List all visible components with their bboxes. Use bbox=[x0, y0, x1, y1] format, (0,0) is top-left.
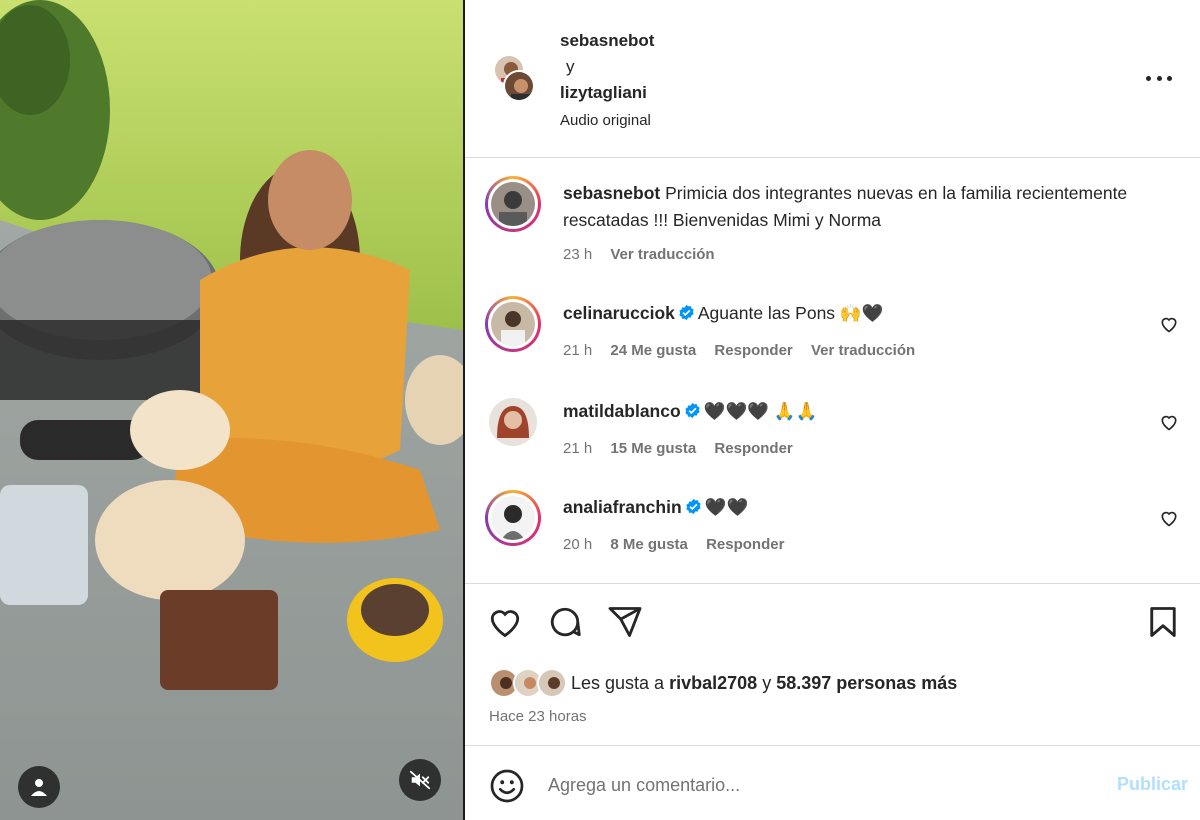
comment-likes[interactable]: 8 Me gusta bbox=[610, 536, 688, 553]
more-options-icon[interactable] bbox=[1146, 68, 1172, 88]
bookmark-icon[interactable] bbox=[1145, 604, 1181, 640]
heart-icon[interactable] bbox=[1159, 412, 1179, 432]
comment-text: analiafranchin 🖤🖤 bbox=[563, 494, 1133, 521]
heart-icon[interactable] bbox=[1159, 314, 1179, 334]
author-username[interactable]: lizytagliani bbox=[560, 80, 654, 106]
avatar[interactable] bbox=[485, 490, 541, 546]
likes-joiner: y bbox=[762, 672, 772, 693]
comment-username[interactable]: celinarucciok bbox=[563, 303, 675, 323]
caption-text: sebasnebot Primicia dos integrantes nuev… bbox=[563, 180, 1133, 234]
comment-time: 20 h bbox=[563, 536, 593, 553]
comment-likes[interactable]: 15 Me gusta bbox=[610, 440, 696, 457]
and-word: y bbox=[566, 57, 575, 76]
likes-summary: Les gusta a rivbal2708 y 58.397 personas… bbox=[489, 666, 957, 700]
comment-username[interactable]: matildablanco bbox=[563, 401, 681, 421]
comment-body: 🖤🖤 bbox=[704, 497, 749, 517]
post-media[interactable] bbox=[0, 0, 463, 820]
likes-others[interactable]: 58.397 personas más bbox=[776, 673, 957, 693]
verified-badge-icon bbox=[685, 402, 700, 419]
comment-item: celinarucciok Aguante las Pons 🙌🖤 21 h 24… bbox=[485, 296, 1185, 366]
liker-avatars[interactable] bbox=[489, 667, 571, 699]
comment-meta: 20 h 8 Me gusta Responder bbox=[563, 536, 798, 553]
post-actions: Les gusta a rivbal2708 y 58.397 personas… bbox=[465, 584, 1200, 746]
author-username[interactable]: sebasnebot bbox=[560, 28, 654, 54]
comment-meta: 21 h 24 Me gusta Responder Ver traducció… bbox=[563, 342, 929, 359]
avatar bbox=[503, 70, 535, 102]
post-header: sebasnebot y lizytagliani Audio original bbox=[465, 0, 1200, 158]
muted-speaker-icon[interactable] bbox=[399, 759, 441, 801]
avatar[interactable] bbox=[485, 296, 541, 352]
reply-button[interactable]: Responder bbox=[714, 440, 792, 457]
author-avatars[interactable] bbox=[493, 54, 541, 106]
reply-button[interactable]: Responder bbox=[706, 536, 784, 553]
likes-text: Les gusta a rivbal2708 y 58.397 personas… bbox=[571, 673, 957, 694]
share-icon[interactable] bbox=[607, 604, 643, 640]
comment-text: celinarucciok Aguante las Pons 🙌🖤 bbox=[563, 300, 1133, 327]
post-authors: sebasnebot y lizytagliani Audio original bbox=[560, 28, 654, 134]
comment-username[interactable]: sebasnebot bbox=[563, 183, 660, 203]
comment-body: 🖤🖤🖤 🙏🙏 bbox=[703, 401, 818, 421]
caption-meta: 23 h Ver traducción bbox=[563, 246, 729, 263]
caption: sebasnebot Primicia dos integrantes nuev… bbox=[485, 176, 1185, 276]
audio-label[interactable]: Audio original bbox=[560, 108, 654, 134]
comment-body: Aguante las Pons 🙌🖤 bbox=[697, 303, 884, 323]
comment-input[interactable] bbox=[548, 770, 1068, 800]
publish-button[interactable]: Publicar bbox=[1117, 774, 1188, 795]
comment-username[interactable]: analiafranchin bbox=[563, 497, 682, 517]
verified-badge-icon bbox=[686, 498, 701, 515]
comment-text: matildablanco 🖤🖤🖤 🙏🙏 bbox=[563, 398, 1133, 425]
comment-item: analiafranchin 🖤🖤 20 h 8 Me gusta Respond… bbox=[485, 490, 1185, 560]
avatar[interactable] bbox=[485, 176, 541, 232]
comment-meta: 21 h 15 Me gusta Responder bbox=[563, 440, 807, 457]
comment-time: 21 h bbox=[563, 440, 593, 457]
comment-time: 23 h bbox=[563, 246, 593, 263]
comment-item: matildablanco 🖤🖤🖤 🙏🙏 21 h 15 Me gusta Res… bbox=[485, 394, 1185, 464]
verified-badge-icon bbox=[679, 304, 694, 321]
comment-likes[interactable]: 24 Me gusta bbox=[610, 342, 696, 359]
emoji-icon[interactable] bbox=[489, 768, 525, 804]
translate-link[interactable]: Ver traducción bbox=[610, 246, 714, 263]
likes-prefix: Les gusta a bbox=[571, 672, 665, 693]
heart-icon[interactable] bbox=[1159, 508, 1179, 528]
video-frame bbox=[0, 0, 463, 820]
post-panel: sebasnebot y lizytagliani Audio original… bbox=[465, 0, 1200, 820]
heart-icon[interactable] bbox=[487, 604, 523, 640]
post-time[interactable]: Hace 23 horas bbox=[489, 708, 587, 725]
avatar bbox=[537, 668, 567, 698]
comment-icon[interactable] bbox=[547, 604, 583, 640]
add-comment-bar: Publicar bbox=[465, 746, 1200, 820]
comments-list: sebasnebot Primicia dos integrantes nuev… bbox=[465, 158, 1200, 584]
liker-username[interactable]: rivbal2708 bbox=[669, 673, 757, 693]
reply-button[interactable]: Responder bbox=[714, 342, 792, 359]
translate-link[interactable]: Ver traducción bbox=[811, 342, 915, 359]
comment-time: 21 h bbox=[563, 342, 593, 359]
avatar[interactable] bbox=[489, 398, 537, 446]
person-tag-icon[interactable] bbox=[18, 766, 60, 808]
